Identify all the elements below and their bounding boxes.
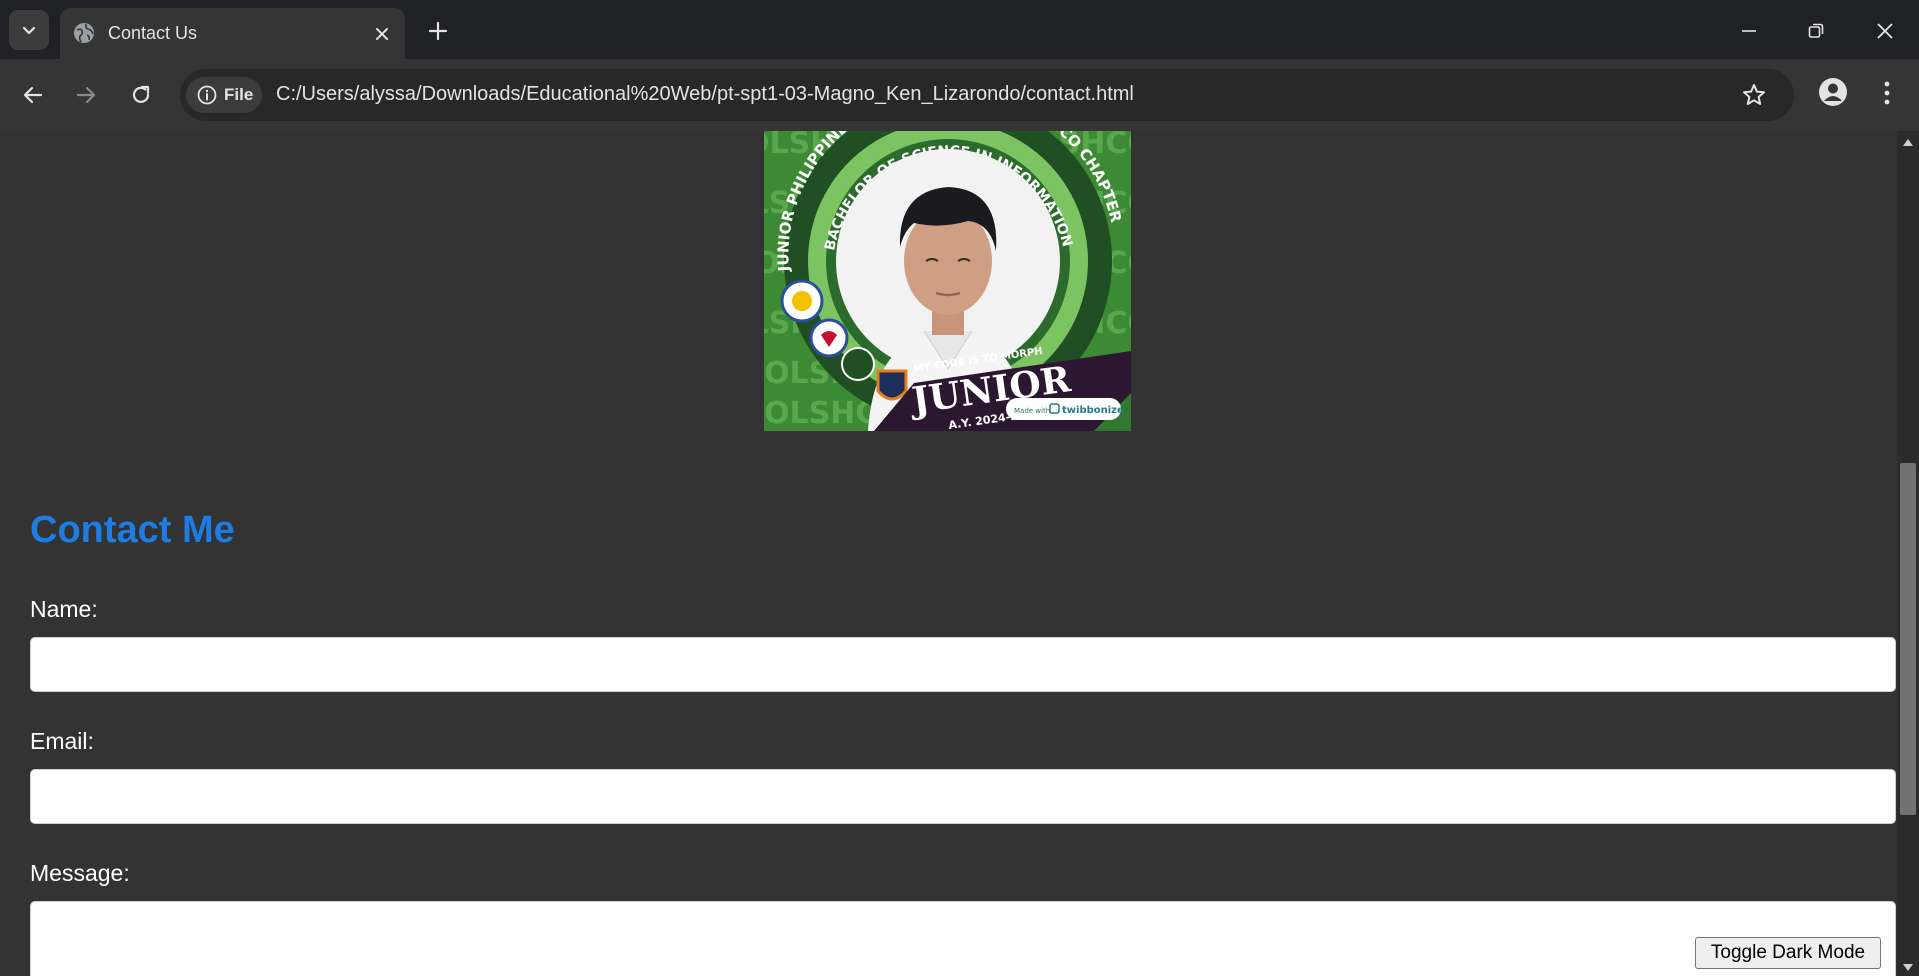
profile-photo: OLSHCO OLSHCO OLSHCO OLSHCO OLSHCO OLSHC…: [764, 131, 1131, 431]
tab-contact-us[interactable]: Contact Us: [60, 8, 405, 59]
forward-arrow-icon: [76, 86, 96, 104]
address-bar[interactable]: File C:/Users/alyssa/Downloads/Education…: [180, 69, 1794, 121]
close-window-icon: [1877, 23, 1893, 39]
back-arrow-icon: [23, 86, 43, 104]
tab-title: Contact Us: [108, 23, 198, 43]
url-text[interactable]: C:/Users/alyssa/Downloads/Educational%20…: [276, 83, 1134, 106]
star-icon[interactable]: [1741, 82, 1767, 108]
close-window-button[interactable]: [1868, 14, 1902, 48]
close-icon[interactable]: [371, 23, 393, 45]
info-icon: [197, 85, 217, 105]
message-field[interactable]: [30, 901, 1896, 976]
scroll-up-arrow-icon[interactable]: [1903, 139, 1913, 146]
page-viewport: OLSHCO OLSHCO OLSHCO OLSHCO OLSHCO OLSHC…: [0, 131, 1897, 976]
tab-strip: Contact Us: [0, 0, 1919, 59]
svg-text:Made with: Made with: [1014, 407, 1050, 415]
forward-button[interactable]: [71, 80, 101, 110]
email-label: Email:: [30, 728, 94, 754]
restore-button[interactable]: [1799, 14, 1833, 48]
globe-icon: [74, 23, 94, 43]
minimize-button[interactable]: [1732, 14, 1766, 48]
kebab-menu-icon[interactable]: [1875, 78, 1899, 108]
name-field[interactable]: [30, 637, 1896, 692]
page-scrollbar[interactable]: [1897, 131, 1919, 976]
profile-icon[interactable]: [1817, 76, 1849, 108]
tab-search-button[interactable]: [9, 10, 49, 50]
restore-icon: [1808, 23, 1824, 38]
reload-icon: [132, 85, 150, 103]
email-field[interactable]: [30, 769, 1896, 824]
twibbon-frame: OLSHCO OLSHCO OLSHCO OLSHCO OLSHCO OLSHC…: [764, 131, 1131, 431]
scroll-down-arrow-icon[interactable]: [1903, 964, 1913, 971]
site-info-chip[interactable]: File: [186, 77, 262, 113]
message-label: Message:: [30, 860, 130, 886]
plus-icon[interactable]: [426, 19, 450, 43]
browser-toolbar: File C:/Users/alyssa/Downloads/Education…: [0, 59, 1919, 132]
site-chip-label: File: [224, 85, 254, 104]
name-label: Name:: [30, 596, 98, 622]
svg-text:twibbonize: twibbonize: [1062, 405, 1124, 416]
minimize-icon: [1742, 30, 1756, 32]
back-button[interactable]: [18, 80, 48, 110]
reload-button[interactable]: [126, 80, 156, 110]
toggle-dark-mode-button[interactable]: Toggle Dark Mode: [1695, 937, 1881, 969]
tab-search-icon: [22, 26, 36, 35]
contact-heading: Contact Me: [30, 509, 235, 551]
scroll-thumb[interactable]: [1900, 463, 1916, 815]
